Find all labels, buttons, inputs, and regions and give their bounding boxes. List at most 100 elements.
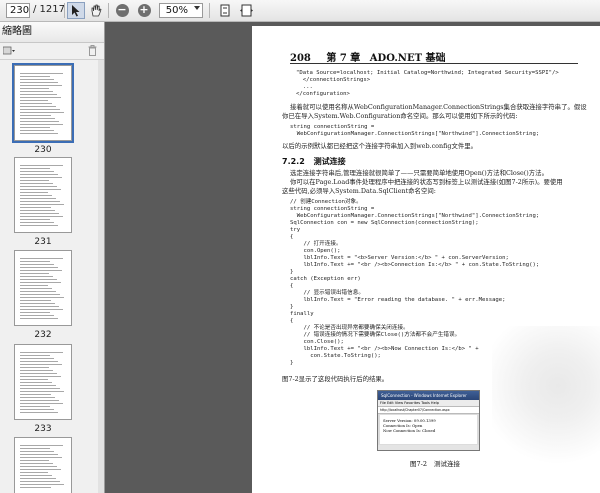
thumbnail-text-line <box>20 487 51 488</box>
thumbnail-text-line <box>20 276 53 277</box>
thumbnail-text-line <box>20 192 48 193</box>
thumbnail-text-line <box>20 222 54 223</box>
thumbnail-text-line <box>20 282 61 283</box>
thumbnail-text-line <box>20 388 60 389</box>
watermark <box>492 326 600 476</box>
body-text: 以后的示例默认都已经把这个连接字符串加入到web.config文件里。 <box>282 142 478 150</box>
thumbnail-text-line <box>20 484 64 485</box>
chevron-down-icon <box>194 6 200 10</box>
thumbnail-text-line <box>20 412 58 413</box>
body-text: 图7-2显示了这段代码执行后的结果。 <box>282 375 389 383</box>
thumbnail-text-line <box>20 130 54 131</box>
thumbnail-text-line <box>20 171 54 172</box>
thumbnail-text-line <box>20 204 64 205</box>
figure-content: Server Version: 09.00.1399 Connection Is… <box>380 415 477 444</box>
thumbnail-text-line <box>20 364 62 365</box>
thumbnail-text-line <box>20 469 61 470</box>
figure-status-bar <box>378 445 479 450</box>
code-line: // 错误连接的情况下需要确保Close()方法都不会产生错误。 <box>290 332 461 338</box>
thumbnail-text-line <box>20 279 57 280</box>
plus-icon: + <box>137 3 151 17</box>
page-thumbnail-232[interactable] <box>14 250 72 326</box>
thumbnail-text-line <box>20 94 57 95</box>
thumbnail-label: 232 <box>34 330 52 340</box>
code-line: catch (Exception err) <box>290 276 361 282</box>
page-thumbnail-230[interactable] <box>12 63 74 143</box>
code-line: WebConfigurationManager.ConnectionString… <box>290 213 540 219</box>
thumbnail-text-line <box>20 270 62 271</box>
thumbnail-text-line <box>20 210 55 211</box>
toolbar-divider <box>64 3 65 18</box>
hand-tool-button[interactable] <box>87 2 105 19</box>
thumbnail-text-line <box>20 264 54 265</box>
thumbnail-text-line <box>20 183 53 184</box>
hand-icon <box>91 4 102 17</box>
code-line: } <box>290 269 294 275</box>
code-line: </connectionStrings> <box>296 77 371 83</box>
code-line: } <box>290 304 294 310</box>
zoom-in-button[interactable]: + <box>135 2 153 19</box>
figure-caption-text: 测试连接 <box>434 460 461 468</box>
code-line: WebConfigurationManager.ConnectionString… <box>290 131 540 137</box>
thumbnail-text-line <box>20 451 54 452</box>
figure-caption-number: 图7-2 <box>410 460 427 468</box>
zoom-out-button[interactable]: − <box>113 2 131 19</box>
thumbnail-text-line <box>20 195 52 196</box>
page-thumbnail-233[interactable] <box>14 344 72 420</box>
thumbnail-text-line <box>20 355 50 356</box>
fit-width-button[interactable] <box>237 2 255 19</box>
code-line: // 打开连接。 <box>290 241 342 247</box>
page-total-label: / 1217 <box>33 4 65 15</box>
figure-text-line: Now Connection Is: Closed <box>383 428 436 433</box>
thumbnail-scrollbar[interactable] <box>98 60 104 493</box>
header-rule <box>290 63 578 64</box>
thumbnail-label: 233 <box>34 424 52 434</box>
page-number-input[interactable]: 230 <box>6 3 30 18</box>
thumbnail-text-line <box>20 288 52 289</box>
thumbnail-text-line <box>20 124 63 125</box>
thumbnail-text-line <box>20 127 50 128</box>
document-view[interactable]: 208 第 7 章 ADO.NET 基础 "Data Source=localh… <box>105 22 600 493</box>
thumbnail-text-line <box>20 121 59 122</box>
cursor-icon <box>72 4 80 16</box>
thumbnail-text-line <box>20 379 48 380</box>
code-line: // 不论是否出现异常都要确保关闭连接。 <box>290 325 409 331</box>
page-header: 208 第 7 章 ADO.NET 基础 <box>290 49 446 64</box>
trash-icon[interactable] <box>88 45 97 56</box>
thumbnail-text-line <box>20 273 49 274</box>
thumbnail-text-line <box>20 180 49 181</box>
code-line: // 创建Connection对象。 <box>290 199 362 205</box>
thumbnail-text-line <box>20 168 50 169</box>
thumbnail-text-line <box>20 394 51 395</box>
thumbnail-text-line <box>20 472 48 473</box>
code-line: { <box>290 283 294 289</box>
thumbnail-text-line <box>20 460 49 461</box>
page-thumbnail-231[interactable] <box>14 157 72 233</box>
thumbnail-text-line <box>20 445 63 446</box>
select-tool-button[interactable] <box>67 2 85 19</box>
fit-page-button[interactable] <box>216 2 234 19</box>
thumbnail-panel: 縮略圖 230 231 232 233 <box>0 22 105 493</box>
body-text: 你已在导入System.Web.Configuration命名空间。那么可以使用… <box>282 112 518 120</box>
thumbnail-text-line <box>20 198 56 199</box>
thumbnail-text-line <box>20 318 58 319</box>
code-line: string connectionString = <box>290 206 375 212</box>
thumbnail-text-line <box>20 225 58 226</box>
code-line: string connectionString = <box>290 124 375 130</box>
thumbnail-text-line <box>20 213 59 214</box>
thumbnail-text-line <box>20 177 62 178</box>
thumbnail-list[interactable]: 230 231 232 233 <box>0 60 104 493</box>
thumbnail-text-line <box>20 478 56 479</box>
toolbar: 230 / 1217 − + 50% <box>0 0 600 22</box>
options-menu-icon[interactable] <box>3 46 15 56</box>
figure-menu-bar: File Edit View Favorites Tools Help <box>378 400 479 407</box>
thumbnail-text-line <box>20 85 62 86</box>
thumbnail-label: 230 <box>34 145 52 155</box>
code-line: lblInfo.Text += "<br /><b>Connection Is:… <box>290 262 540 268</box>
thumbnail-text-line <box>20 358 54 359</box>
page-thumbnail-234[interactable] <box>14 437 72 493</box>
thumbnail-text-line <box>20 258 63 259</box>
thumbnail-text-line <box>20 189 61 190</box>
thumbnail-text-line <box>20 165 63 166</box>
document-page: 208 第 7 章 ADO.NET 基础 "Data Source=localh… <box>252 26 600 493</box>
